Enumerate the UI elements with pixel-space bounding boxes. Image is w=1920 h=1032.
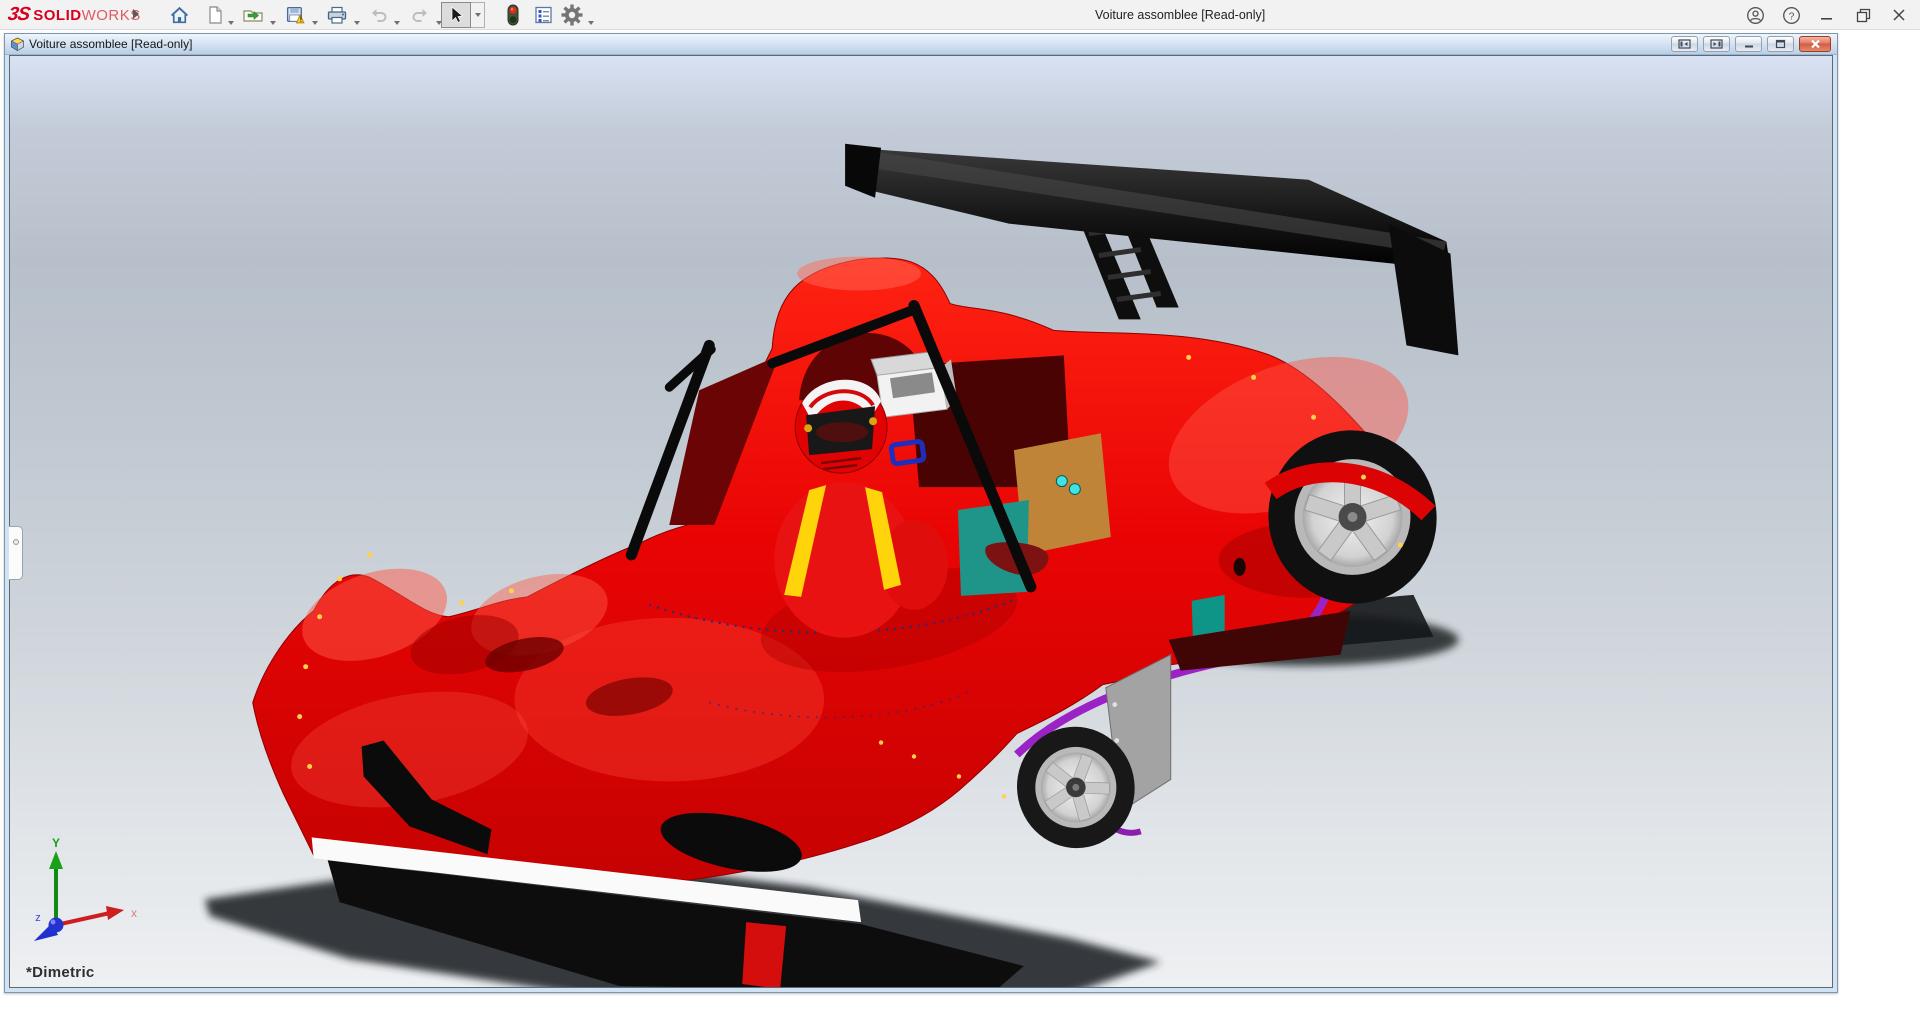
new-document-icon xyxy=(205,5,225,25)
account-icon xyxy=(1746,6,1765,25)
brand-solid-text: SOLID xyxy=(33,7,81,24)
document-window: Voiture assomblee [Read-only] xyxy=(4,33,1838,993)
document-restore-button[interactable] xyxy=(1767,36,1794,52)
pane-right-icon xyxy=(1710,39,1723,49)
rebuild-button[interactable] xyxy=(500,3,526,27)
redo-icon xyxy=(410,5,431,25)
file-properties-icon xyxy=(533,5,554,25)
select-cursor-icon xyxy=(447,5,465,25)
gear-icon xyxy=(561,4,583,26)
triad-z-label: z xyxy=(35,912,41,924)
print-dropdown-arrow-icon[interactable] xyxy=(354,12,360,30)
print-icon xyxy=(326,5,348,25)
pane-tab-handle-icon xyxy=(13,539,19,545)
home-button[interactable] xyxy=(166,3,192,27)
feature-manager-collapsed-tab[interactable] xyxy=(9,526,23,580)
account-button[interactable] xyxy=(1738,2,1772,28)
toolbar-flyout-arrow-icon[interactable] xyxy=(133,9,139,19)
document-minimize-button[interactable] xyxy=(1735,36,1762,52)
solidworks-3ds-mark-icon: 3S xyxy=(6,4,31,26)
restore-icon xyxy=(1775,39,1786,49)
restore-button[interactable] xyxy=(1846,2,1880,28)
select-tool-button[interactable] xyxy=(441,2,471,28)
close-button[interactable] xyxy=(1882,2,1916,28)
open-dropdown-arrow-icon[interactable] xyxy=(270,12,276,30)
assembly-document-icon xyxy=(10,37,25,52)
redo-button[interactable] xyxy=(407,3,433,27)
options-dropdown-arrow-icon[interactable] xyxy=(588,12,594,30)
help-button[interactable]: ? xyxy=(1774,2,1808,28)
print-button[interactable] xyxy=(324,3,350,27)
graphics-area[interactable]: Y x z *Dimetric xyxy=(9,55,1833,988)
svg-text:?: ? xyxy=(1788,11,1794,22)
minimize-icon xyxy=(1744,40,1754,49)
restore-icon xyxy=(1856,8,1871,23)
document-titlebar[interactable]: Voiture assomblee [Read-only] xyxy=(5,34,1837,55)
pane-right-button[interactable] xyxy=(1703,36,1730,52)
open-button[interactable] xyxy=(240,3,266,27)
save-floppy-icon xyxy=(285,5,306,26)
view-orientation-label: *Dimetric xyxy=(26,964,95,981)
new-dropdown-arrow-icon[interactable] xyxy=(228,12,234,30)
save-button[interactable] xyxy=(282,3,308,27)
car-3d-model xyxy=(10,56,1832,987)
triad-x-label: x xyxy=(131,906,137,920)
undo-button[interactable] xyxy=(365,3,391,27)
triad-y-label: Y xyxy=(52,836,60,850)
select-dropdown-arrow-icon[interactable] xyxy=(471,2,485,28)
minimize-icon xyxy=(1820,8,1834,22)
pane-left-icon xyxy=(1678,39,1691,49)
pane-left-button[interactable] xyxy=(1671,36,1698,52)
solidworks-logo: 3S SOLID WORKS xyxy=(8,3,141,27)
home-icon xyxy=(169,5,190,26)
undo-dropdown-arrow-icon[interactable] xyxy=(394,12,400,30)
save-dropdown-arrow-icon[interactable] xyxy=(312,12,318,30)
brand-works-text: WORKS xyxy=(82,7,141,24)
document-title: Voiture assomblee [Read-only] xyxy=(29,37,192,51)
traffic-light-icon xyxy=(506,4,520,26)
close-icon xyxy=(1892,8,1906,22)
app-titlebar[interactable]: 3S SOLID WORKS xyxy=(0,0,1920,30)
file-properties-button[interactable] xyxy=(530,3,556,27)
close-icon xyxy=(1810,39,1821,49)
options-button[interactable] xyxy=(559,3,585,27)
undo-icon xyxy=(368,5,389,25)
open-folder-icon xyxy=(242,5,264,25)
document-close-button[interactable] xyxy=(1799,36,1831,52)
new-document-button[interactable] xyxy=(202,3,228,27)
help-icon: ? xyxy=(1782,6,1801,25)
orientation-triad: Y x z xyxy=(26,835,146,945)
minimize-button[interactable] xyxy=(1810,2,1844,28)
window-title: Voiture assomblee [Read-only] xyxy=(1095,8,1265,22)
